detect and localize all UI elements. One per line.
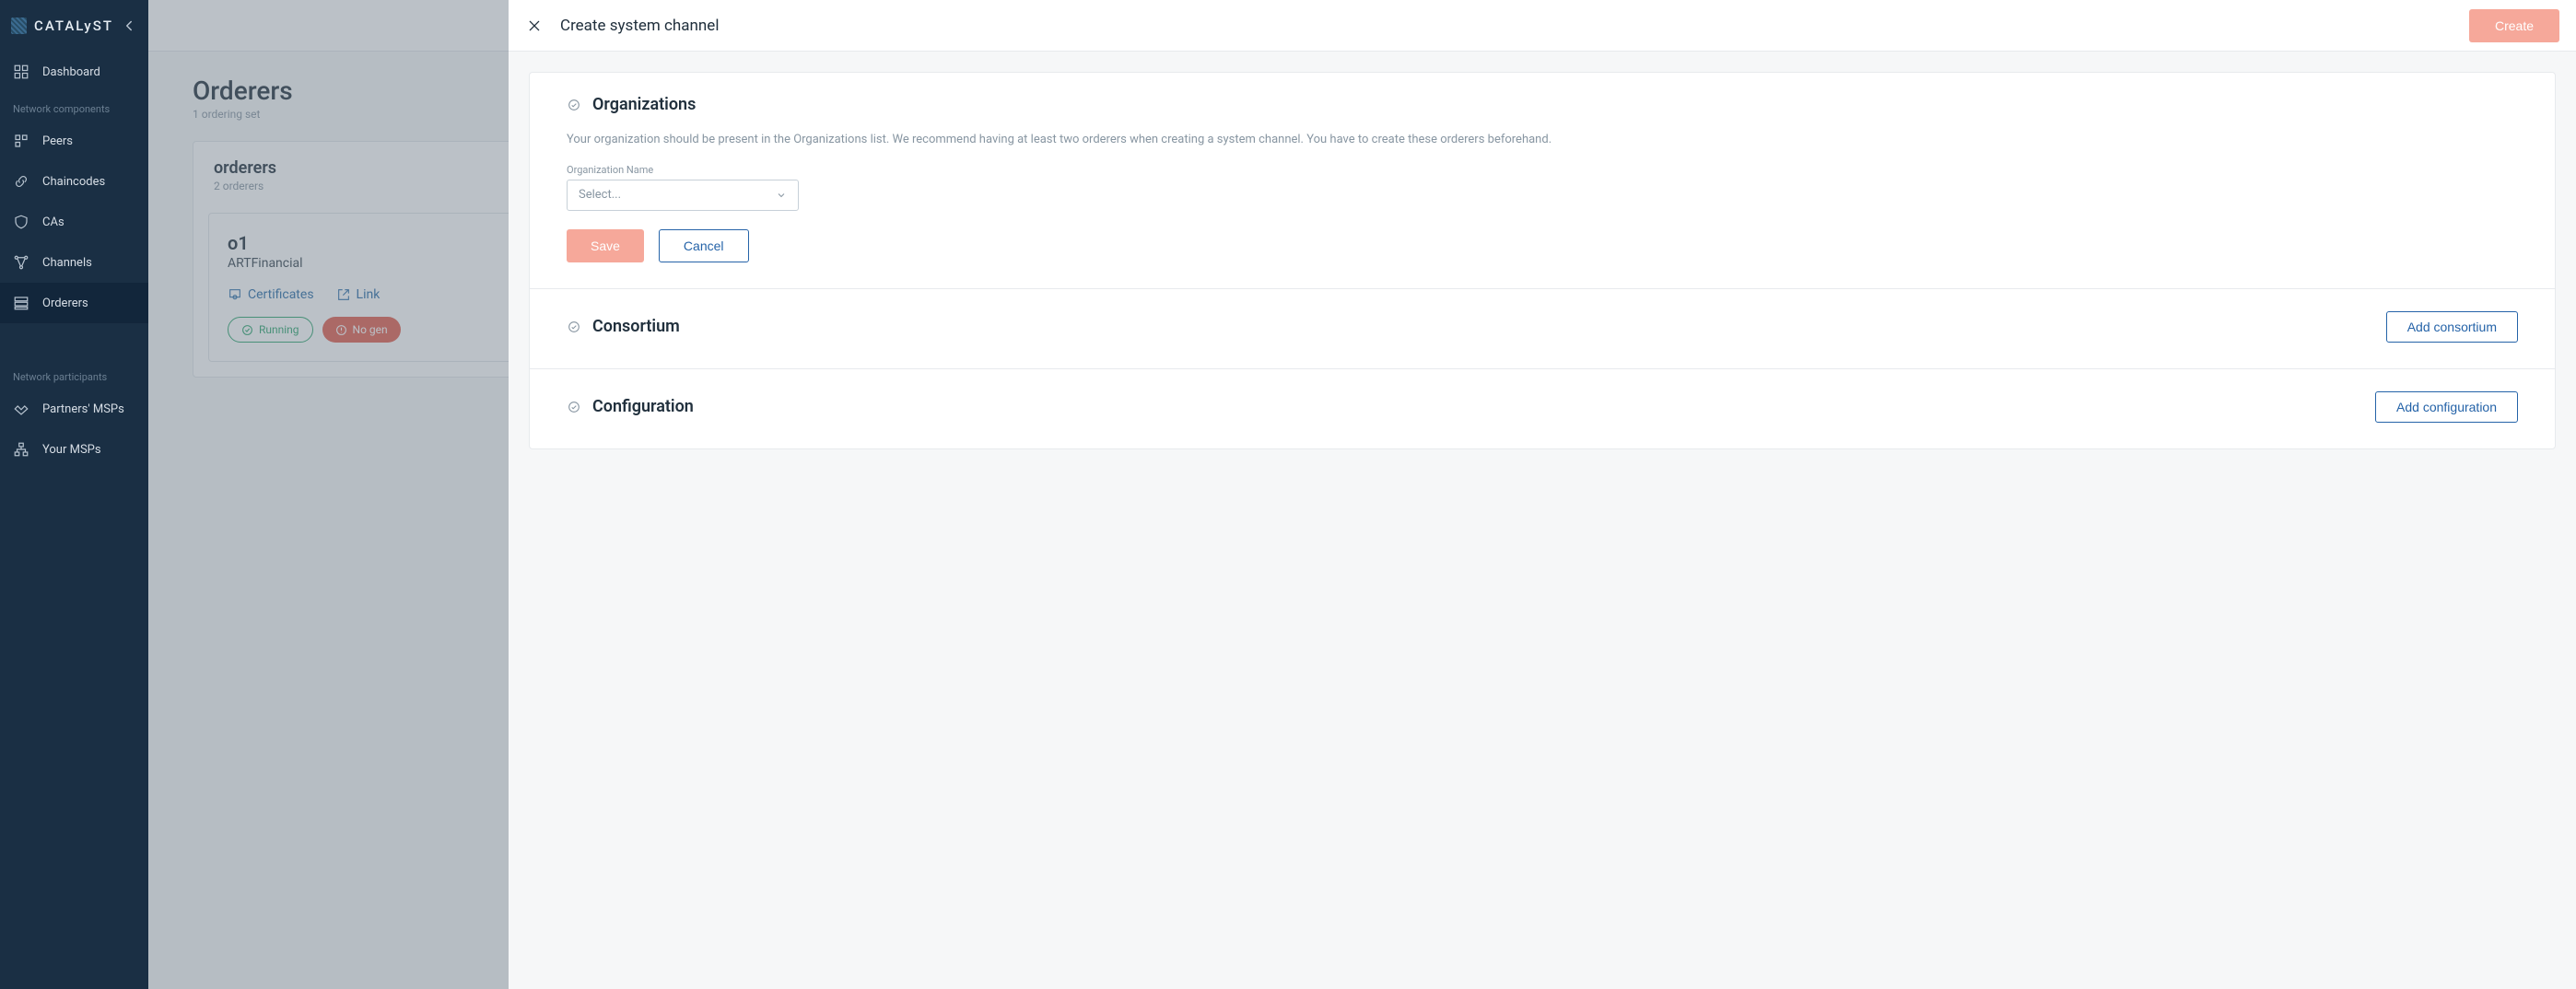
nav-label: Your MSPs [42,443,101,457]
configuration-heading: Configuration [592,397,694,416]
chaincodes-icon [13,173,29,190]
check-ring-icon [567,98,581,112]
main-area: Orderers 1 ordering set orderers 2 order… [148,0,2576,989]
add-consortium-button[interactable]: Add consortium [2386,311,2518,343]
add-configuration-button[interactable]: Add configuration [2375,391,2518,423]
chevron-down-icon [776,190,787,201]
nav-label: Dashboard [42,65,100,79]
nav-label: Peers [42,134,73,148]
panel-title: Create system channel [560,17,719,35]
sidebar: CATALyST Dashboard Network components Pe… [0,0,148,989]
section-consortium: Consortium Add consortium [530,289,2555,369]
nav-peers[interactable]: Peers [0,121,148,161]
consortium-heading: Consortium [592,317,680,336]
brand-name: CATALyST [34,17,113,34]
nav-label: CAs [42,215,64,229]
nav-label: Channels [42,256,92,270]
nav-label: Chaincodes [42,175,105,189]
shield-icon [13,214,29,230]
save-button[interactable]: Save [567,229,644,262]
create-channel-panel: Create system channel Create Organizatio… [509,0,2576,989]
organizations-heading: Organizations [592,95,696,114]
nav-partners-msps[interactable]: Partners' MSPs [0,389,148,429]
section-configuration: Configuration Add configuration [530,369,2555,448]
select-placeholder: Select... [579,188,621,202]
check-ring-icon [567,400,581,414]
nav-label: Orderers [42,297,88,310]
create-button[interactable]: Create [2469,9,2559,42]
close-icon [527,18,542,33]
nav-your-msps[interactable]: Your MSPs [0,429,148,470]
org-name-select[interactable]: Select... [567,180,799,211]
logo-icon [11,17,27,34]
nav-channels[interactable]: Channels [0,242,148,283]
chevron-left-icon [121,17,137,34]
handshake-icon [13,401,29,417]
section-organizations: Organizations Your organization should b… [530,73,2555,289]
collapse-sidebar-button[interactable] [121,17,137,34]
dashboard-icon [13,64,29,80]
nav-orderers[interactable]: Orderers [0,283,148,323]
panel-header: Create system channel Create [509,0,2576,52]
nav-section-participants: Network participants [0,360,148,389]
cancel-button[interactable]: Cancel [659,229,749,262]
nav-chaincodes[interactable]: Chaincodes [0,161,148,202]
organizations-description: Your organization should be present in t… [567,131,2518,149]
orderers-icon [13,295,29,311]
sidebar-header: CATALyST [0,0,148,52]
nav-cas[interactable]: CAs [0,202,148,242]
panel-body: Organizations Your organization should b… [509,52,2576,989]
org-tree-icon [13,441,29,458]
nav-label: Partners' MSPs [42,402,124,416]
peers-icon [13,133,29,149]
nav-dashboard[interactable]: Dashboard [0,52,148,92]
panel-card: Organizations Your organization should b… [529,72,2556,449]
channels-icon [13,254,29,271]
check-ring-icon [567,320,581,334]
nav-section-components: Network components [0,92,148,121]
close-button[interactable] [525,17,544,35]
org-name-label: Organization Name [567,164,2518,176]
